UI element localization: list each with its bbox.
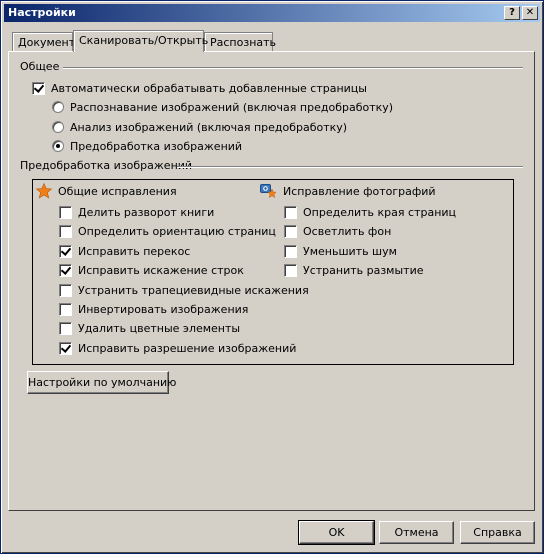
checkbox-box[interactable] bbox=[284, 263, 297, 277]
general-fixes-title: Общие исправления bbox=[58, 185, 177, 198]
fix-line-distortion-checkbox[interactable]: Исправить искажение строк bbox=[59, 263, 244, 277]
radio-button[interactable] bbox=[52, 101, 64, 113]
checkbox-box[interactable] bbox=[59, 263, 72, 277]
radio-label: Предобработка изображений bbox=[70, 139, 243, 153]
divider bbox=[177, 166, 523, 168]
checkbox-box[interactable] bbox=[59, 302, 72, 316]
remove-blur-checkbox[interactable]: Устранить размытие bbox=[284, 263, 424, 277]
checkbox-box[interactable] bbox=[59, 205, 72, 219]
checkbox-label: Делить разворот книги bbox=[78, 205, 215, 219]
auto-process-checkbox[interactable]: Автоматически обрабатывать добавленные с… bbox=[32, 81, 367, 95]
remove-color-elements-checkbox[interactable]: Удалить цветные элементы bbox=[59, 321, 240, 335]
fix-resolution-checkbox[interactable]: Исправить разрешение изображений bbox=[59, 341, 296, 355]
checkbox-box[interactable] bbox=[59, 244, 72, 258]
split-book-spread-checkbox[interactable]: Делить разворот книги bbox=[59, 205, 214, 219]
checkbox-label: Инвертировать изображения bbox=[78, 302, 249, 316]
invert-images-checkbox[interactable]: Инвертировать изображения bbox=[59, 302, 248, 316]
fix-trapezoid-checkbox[interactable]: Устранить трапециевидные искажения bbox=[59, 283, 309, 297]
checkbox-label: Удалить цветные элементы bbox=[78, 321, 241, 335]
radio-preprocessing[interactable]: Предобработка изображений bbox=[52, 139, 242, 153]
photo-fixes-title: Исправление фотографий bbox=[283, 185, 436, 198]
checkbox-label: Осветлить фон bbox=[303, 224, 392, 238]
checkbox-label: Устранить размытие bbox=[303, 263, 424, 277]
group-title-general: Общее bbox=[20, 60, 60, 73]
checkbox-label: Исправить перекос bbox=[78, 244, 191, 258]
help-button[interactable]: Справка bbox=[460, 521, 535, 544]
radio-recognition[interactable]: Распознавание изображений (включая предо… bbox=[52, 100, 393, 114]
detect-page-edges-checkbox[interactable]: Определить края страниц bbox=[284, 205, 456, 219]
checkbox-label: Исправить разрешение изображений bbox=[78, 341, 297, 355]
checkbox-label: Исправить искажение строк bbox=[78, 263, 244, 277]
checkbox-label: Устранить трапециевидные искажения bbox=[78, 283, 309, 297]
checkbox-box[interactable] bbox=[59, 283, 72, 297]
group-title-preprocessing: Предобработка изображений bbox=[20, 159, 193, 172]
checkbox-box[interactable] bbox=[284, 224, 297, 238]
radio-label: Анализ изображений (включая предобработк… bbox=[70, 120, 348, 134]
cancel-button[interactable]: Отмена bbox=[379, 521, 454, 544]
checkbox-label: Определить ориентацию страниц bbox=[78, 224, 276, 238]
star-icon bbox=[36, 183, 52, 199]
reduce-noise-checkbox[interactable]: Уменьшить шум bbox=[284, 244, 397, 258]
checkbox-box[interactable] bbox=[284, 244, 297, 258]
detect-orientation-checkbox[interactable]: Определить ориентацию страниц bbox=[59, 224, 276, 238]
radio-analysis[interactable]: Анализ изображений (включая предобработк… bbox=[52, 120, 347, 134]
camera-star-icon bbox=[260, 184, 276, 198]
defaults-button[interactable]: Настройки по умолчанию bbox=[27, 371, 176, 394]
divider bbox=[63, 67, 523, 69]
checkbox-box[interactable] bbox=[59, 321, 72, 335]
checkbox-box[interactable] bbox=[284, 205, 297, 219]
checkbox-label: Определить края страниц bbox=[303, 205, 457, 219]
whiten-background-checkbox[interactable]: Осветлить фон bbox=[284, 224, 391, 238]
radio-button[interactable] bbox=[52, 121, 64, 133]
radio-button[interactable] bbox=[52, 140, 64, 152]
ok-button[interactable]: OK bbox=[298, 520, 375, 545]
checkbox-box[interactable] bbox=[32, 81, 45, 95]
fix-skew-checkbox[interactable]: Исправить перекос bbox=[59, 244, 190, 258]
checkbox-label: Автоматически обрабатывать добавленные с… bbox=[51, 81, 367, 95]
checkbox-label: Уменьшить шум bbox=[303, 244, 397, 258]
checkbox-box[interactable] bbox=[59, 224, 72, 238]
settings-dialog: Настройки ? ✕ Документ Сканировать/Откры… bbox=[0, 0, 544, 554]
radio-label: Распознавание изображений (включая предо… bbox=[70, 100, 394, 114]
checkbox-box[interactable] bbox=[59, 341, 72, 355]
